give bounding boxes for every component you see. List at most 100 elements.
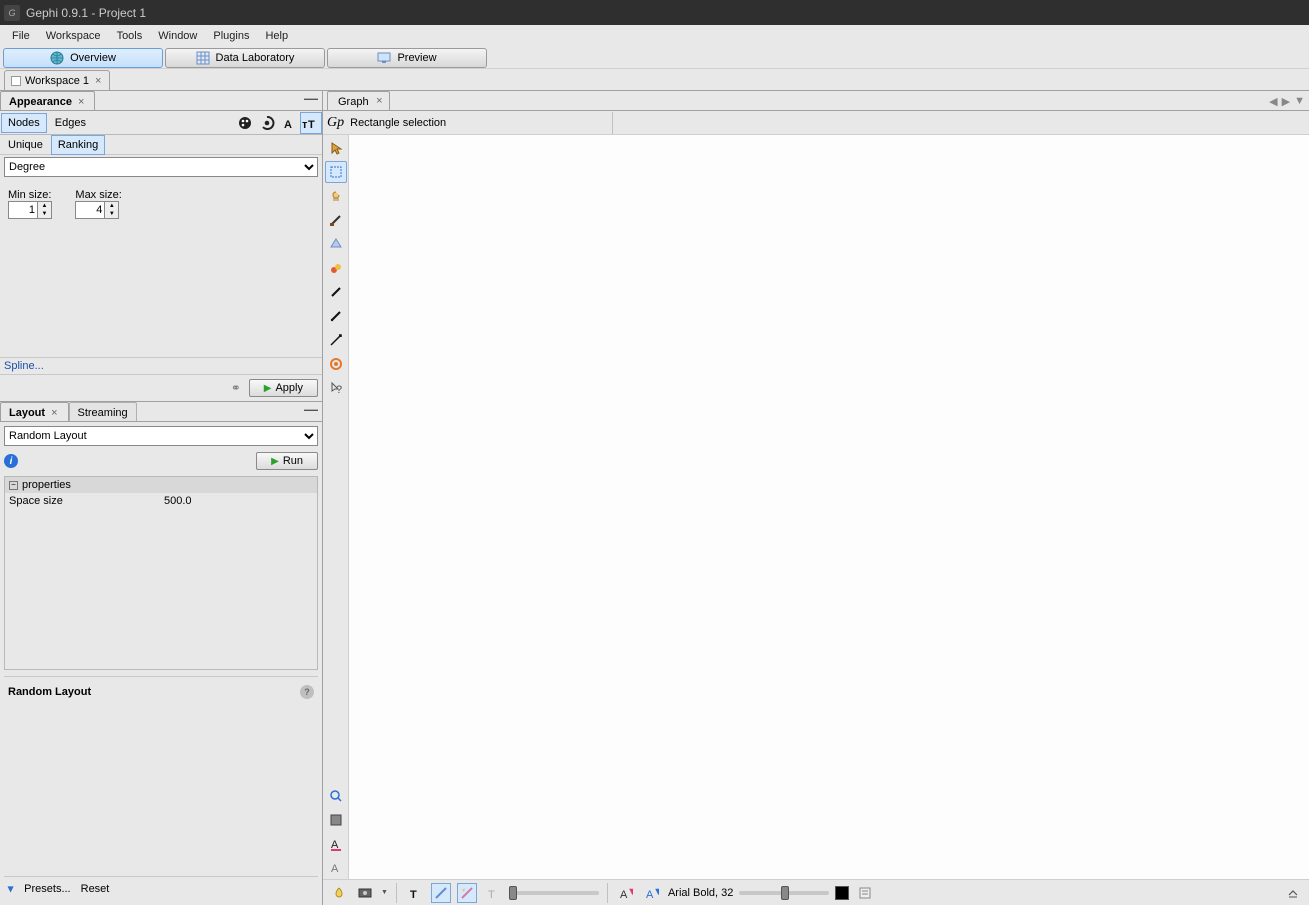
layout-properties: − properties Space size 500.0: [4, 476, 318, 670]
size-spiral-icon[interactable]: [256, 112, 278, 134]
chain-icon[interactable]: ⚭: [231, 381, 241, 395]
apply-button[interactable]: ▶ Apply: [249, 379, 318, 397]
label-size-mode-icon[interactable]: A▼: [616, 883, 636, 903]
svg-text:T: T: [308, 119, 315, 131]
layout-tab-label: Layout: [9, 407, 45, 419]
workspace-tab[interactable]: Workspace 1 ×: [4, 70, 110, 90]
collapse-icon[interactable]: −: [9, 481, 18, 490]
appearance-ranking-tab[interactable]: Ranking: [51, 135, 105, 155]
label-color-mode-icon[interactable]: A▼: [642, 883, 662, 903]
menubar: File Workspace Tools Window Plugins Help: [0, 25, 1309, 47]
reset-colors-icon[interactable]: [325, 809, 347, 831]
appearance-edges-tab[interactable]: Edges: [48, 113, 93, 133]
play-icon: ▶: [271, 456, 279, 467]
pencil-node-tool-icon[interactable]: [325, 281, 347, 303]
appearance-tab[interactable]: Appearance ×: [0, 91, 95, 110]
property-value[interactable]: 500.0: [160, 493, 196, 509]
drag-tool-icon[interactable]: [325, 185, 347, 207]
expand-icon[interactable]: ▶: [7, 886, 16, 892]
properties-header[interactable]: − properties: [5, 477, 317, 493]
appearance-nodes-tab[interactable]: Nodes: [1, 113, 47, 133]
expand-toolbar-icon[interactable]: [1283, 883, 1303, 903]
heatmap-tool-icon[interactable]: [325, 353, 347, 375]
svg-text:A: A: [331, 863, 339, 875]
whatis-tool-icon[interactable]: ?: [325, 377, 347, 399]
dropdown-icon[interactable]: ▼: [381, 889, 388, 896]
help-icon[interactable]: ?: [300, 685, 314, 699]
background-color-icon[interactable]: [329, 883, 349, 903]
menu-plugins[interactable]: Plugins: [205, 28, 257, 44]
perspective-overview[interactable]: Overview: [3, 48, 163, 68]
info-icon[interactable]: i: [4, 454, 18, 468]
menu-file[interactable]: File: [4, 28, 38, 44]
property-key: Space size: [5, 493, 160, 509]
ranking-attribute-select[interactable]: Degree: [4, 157, 318, 177]
palette-icon[interactable]: [234, 112, 256, 134]
close-icon[interactable]: ×: [93, 75, 103, 87]
tab-prev-icon[interactable]: ◀: [1269, 95, 1277, 108]
pencil-edge-tool-icon[interactable]: [325, 305, 347, 327]
svg-text:?: ?: [336, 384, 342, 395]
edge-source-color-icon[interactable]: [457, 883, 477, 903]
workspace-tab-label: Workspace 1: [25, 75, 89, 87]
table-icon: [196, 51, 210, 65]
minimize-icon[interactable]: —: [304, 93, 318, 103]
minimize-icon[interactable]: —: [304, 404, 318, 414]
menu-tools[interactable]: Tools: [109, 28, 151, 44]
tab-next-icon[interactable]: ▶: [1282, 95, 1290, 108]
default-color-swatch[interactable]: [835, 886, 849, 900]
screenshot-icon[interactable]: [355, 883, 375, 903]
appearance-tab-label: Appearance: [9, 96, 72, 108]
perspective-bar: Overview Data Laboratory Preview: [0, 47, 1309, 69]
max-size-label: Max size:: [75, 189, 121, 201]
reset-label-color-icon[interactable]: A: [325, 833, 347, 855]
perspective-preview[interactable]: Preview: [327, 48, 487, 68]
appearance-unique-tab[interactable]: Unique: [1, 135, 50, 155]
rectangle-select-tool-icon[interactable]: [325, 161, 347, 183]
edit-color-tool-icon[interactable]: [325, 257, 347, 279]
max-size-spinner[interactable]: ▲▼: [105, 201, 119, 219]
svg-text:T: T: [410, 889, 417, 900]
max-size-input[interactable]: [75, 201, 105, 219]
graph-tab[interactable]: Graph ×: [327, 91, 390, 110]
shortest-path-tool-icon[interactable]: [325, 329, 347, 351]
property-row[interactable]: Space size 500.0: [5, 493, 317, 509]
layout-tab[interactable]: Layout ×: [0, 402, 69, 421]
show-edge-labels-icon[interactable]: T: [483, 883, 503, 903]
layout-panel: Layout × Streaming — Random Layout i ▶ R…: [0, 402, 322, 905]
min-size-input[interactable]: [8, 201, 38, 219]
run-button-label: Run: [283, 455, 303, 467]
layout-algorithm-select[interactable]: Random Layout: [4, 426, 318, 446]
run-button[interactable]: ▶ Run: [256, 452, 318, 470]
reset-label-size-icon[interactable]: A: [325, 857, 347, 879]
spline-link[interactable]: Spline...: [4, 360, 44, 372]
edge-weight-slider[interactable]: [509, 891, 599, 895]
menu-window[interactable]: Window: [150, 28, 205, 44]
show-node-labels-icon[interactable]: T: [405, 883, 425, 903]
streaming-tab[interactable]: Streaming: [69, 402, 137, 421]
workspace-tabstrip: Workspace 1 ×: [0, 69, 1309, 91]
pointer-tool-icon[interactable]: [325, 137, 347, 159]
tab-menu-icon[interactable]: ▼: [1294, 95, 1305, 107]
show-edges-icon[interactable]: [431, 883, 451, 903]
center-graph-icon[interactable]: [325, 785, 347, 807]
sizer-tool-icon[interactable]: [325, 233, 347, 255]
label-color-icon[interactable]: A: [278, 112, 300, 134]
brush-tool-icon[interactable]: [325, 209, 347, 231]
attributes-config-icon[interactable]: [855, 883, 875, 903]
close-icon[interactable]: ×: [76, 96, 86, 108]
close-icon[interactable]: ×: [374, 95, 384, 107]
menu-workspace[interactable]: Workspace: [38, 28, 109, 44]
graph-canvas[interactable]: [349, 135, 1309, 879]
label-size-slider[interactable]: [739, 891, 829, 895]
perspective-datalab[interactable]: Data Laboratory: [165, 48, 325, 68]
label-size-icon[interactable]: тT: [300, 112, 322, 134]
reset-link[interactable]: Reset: [81, 883, 110, 895]
presets-link[interactable]: Presets...: [24, 883, 70, 895]
svg-text:▼: ▼: [653, 886, 659, 898]
font-label[interactable]: Arial Bold, 32: [668, 887, 733, 899]
min-size-spinner[interactable]: ▲▼: [38, 201, 52, 219]
menu-help[interactable]: Help: [257, 28, 296, 44]
close-icon[interactable]: ×: [49, 407, 59, 419]
window-title: Gephi 0.9.1 - Project 1: [26, 6, 146, 20]
